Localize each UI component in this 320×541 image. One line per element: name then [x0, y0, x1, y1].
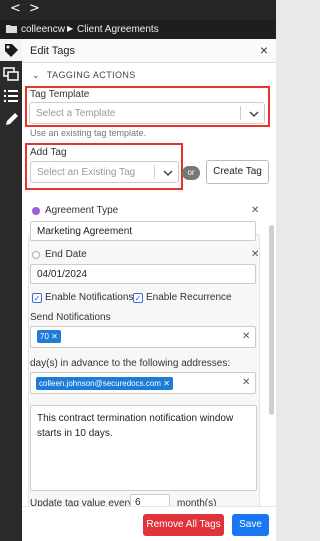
select-divider	[240, 106, 241, 120]
message-textarea[interactable]: This contract termination notification w…	[30, 405, 257, 491]
breadcrumb-folder[interactable]: colleencw	[21, 24, 65, 35]
tag-color-dot-empty	[32, 251, 40, 259]
back-button[interactable]: <	[10, 2, 21, 16]
list-icon	[3, 89, 18, 103]
chip-remove-icon[interactable]: ✕	[163, 379, 170, 388]
tag-template-select[interactable]: Select a Template	[29, 102, 265, 124]
clear-addresses-icon[interactable]: ✕	[242, 377, 250, 388]
close-icon[interactable]: ×	[260, 42, 268, 58]
panel-header: Edit Tags ×	[22, 39, 276, 63]
remove-agreement-type-icon[interactable]: ✕	[251, 205, 259, 216]
chevron-down-icon	[163, 170, 173, 177]
forward-button[interactable]: >	[29, 2, 40, 16]
edit-tags-panel: Edit Tags × ⌄ TAGGING ACTIONS Tag Templa…	[22, 39, 276, 541]
edit-button[interactable]	[3, 112, 19, 128]
send-notifications-input[interactable]	[30, 326, 256, 348]
send-notifications-label: Send Notifications	[30, 312, 111, 323]
enable-recurrence-label: Enable Recurrence	[146, 292, 232, 303]
title-bar: < >	[0, 0, 276, 20]
list-button[interactable]	[3, 88, 19, 104]
tag-template-placeholder: Select a Template	[36, 108, 116, 119]
enable-notifications-checkbox[interactable]: ✓	[32, 293, 42, 303]
tag-color-dot	[32, 207, 40, 215]
days-chip: 70 ✕	[37, 330, 61, 343]
layers-icon	[3, 67, 19, 81]
tag-template-hint: Use an existing tag template.	[30, 128, 147, 138]
panel-title: Edit Tags	[30, 45, 76, 57]
email-chip: colleen.johnson@securedocs.com ✕	[36, 377, 173, 390]
breadcrumb-current: Client Agreements	[77, 24, 159, 35]
section-title: TAGGING ACTIONS	[46, 70, 136, 80]
create-tag-button[interactable]: Create Tag	[206, 160, 269, 184]
days-chip-label: 70	[40, 332, 49, 341]
icon-rail	[0, 39, 22, 541]
folder-icon	[6, 25, 17, 33]
tag-template-label: Tag Template	[30, 89, 90, 100]
agreement-type-label: Agreement Type	[45, 205, 119, 216]
remove-end-date-icon[interactable]: ✕	[251, 249, 259, 260]
add-tag-placeholder: Select an Existing Tag	[37, 167, 136, 178]
add-tag-select[interactable]: Select an Existing Tag	[30, 161, 179, 183]
chip-remove-icon[interactable]: ✕	[51, 332, 58, 341]
layers-button[interactable]	[3, 66, 19, 82]
agreement-type-input[interactable]: Marketing Agreement	[30, 221, 256, 241]
remove-all-tags-button[interactable]: Remove All Tags	[143, 514, 224, 536]
tag-icon	[5, 44, 18, 57]
advance-addresses-label: day(s) in advance to the following addre…	[30, 358, 231, 369]
tag-tool-button[interactable]	[0, 39, 22, 61]
add-tag-label: Add Tag	[30, 147, 67, 158]
enable-notifications-label: Enable Notifications	[45, 292, 134, 303]
clear-days-icon[interactable]: ✕	[242, 331, 250, 342]
save-button[interactable]: Save	[232, 514, 269, 536]
pencil-icon	[6, 113, 18, 125]
scrollbar[interactable]	[269, 225, 274, 415]
chevron-down-icon: ⌄	[32, 70, 40, 80]
end-date-label: End Date	[45, 249, 87, 260]
panel-footer: Remove All Tags Save	[22, 506, 276, 541]
or-badge: or	[182, 166, 200, 180]
end-date-input[interactable]: 04/01/2024	[30, 264, 256, 284]
select-divider	[154, 165, 155, 179]
breadcrumb: colleencw ▶ Client Agreements	[0, 20, 276, 39]
enable-recurrence-checkbox[interactable]: ✓	[133, 293, 143, 303]
breadcrumb-separator: ▶	[67, 24, 74, 33]
email-chip-label: colleen.johnson@securedocs.com	[39, 379, 161, 388]
tagging-actions-header[interactable]: ⌄ TAGGING ACTIONS	[32, 70, 136, 81]
chevron-down-icon	[249, 111, 259, 118]
